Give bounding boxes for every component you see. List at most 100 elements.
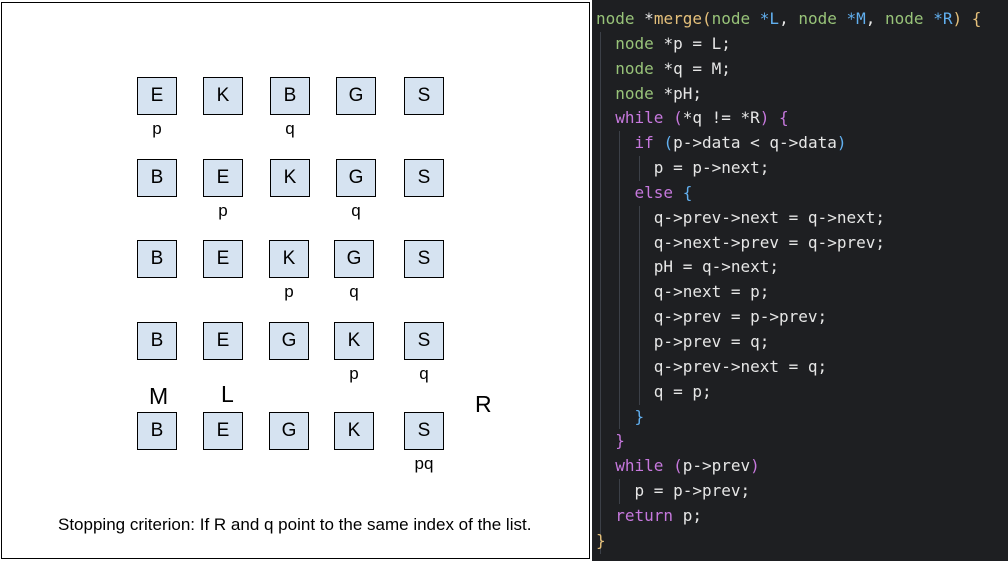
code-token: p->data < q->data [673,133,837,153]
code-token: *L [759,9,780,28]
code-line: q->prev->next = q->next; [596,206,981,231]
pointer-label: p [218,201,228,220]
code-token: ) { [952,9,982,28]
pointer-label: q [349,282,359,301]
node-box: G [269,322,309,360]
node-box: B [137,240,177,278]
pointer-label: q [419,364,429,383]
node-box: B [137,322,177,360]
code-token: node [885,9,934,28]
node-box: K [269,240,309,278]
pointer-label: p [284,282,294,301]
code-line: } [596,529,981,554]
code-line: node *q = M; [596,57,981,82]
code-line: p = p->next; [596,156,981,181]
label-l: L [221,381,234,407]
node-box: B [137,159,177,197]
code-token: node [596,9,645,28]
stopping-criterion-caption: Stopping criterion: If R and q point to … [58,515,532,534]
node-box: S [404,322,444,360]
node-box: S [404,77,444,115]
code-token: p->prev = q; [653,331,770,351]
node-box: G [336,159,376,197]
code-token: *p = L; [663,33,731,53]
code-token: ( [701,9,712,28]
code-token: ) [750,456,760,476]
code-token: ( [673,456,683,476]
code-token: , [779,9,799,28]
node-box: K [203,77,243,115]
code-token: q->prev->next = q; [653,356,828,376]
code-token: { [682,182,693,202]
code-line: else { [596,181,981,206]
code-line: q->prev->next = q; [596,355,981,380]
node-box: B [137,412,177,450]
code-token: if [634,133,664,153]
code-token: } [634,406,645,426]
node-box: E [203,412,243,450]
code-token: p; [682,505,702,525]
code-token: , [865,9,886,28]
code-token: *pH; [663,83,702,103]
node-box: B [270,77,310,115]
code-line: node *pH; [596,82,981,107]
code-token: { [769,108,789,128]
node-box: E [137,77,177,115]
pointer-label: p [152,119,162,138]
code-token: } [615,431,625,451]
pointer-label: q [285,119,295,138]
code-line: node *p = L; [596,32,981,57]
code-token: q->next = p; [653,282,770,302]
code-token: q->next->prev = q->prev; [653,232,885,252]
code-token: while [615,456,674,476]
code-line: } [596,429,981,454]
diagram-panel: E K B G Sp q B E K G Sp q B E K G Sp q B E G K Sp q B E G K Spq M L … [1,2,590,559]
code-token: p = p->prev; [634,481,751,501]
code-token: node [615,58,664,78]
code-token: ) [759,108,770,128]
node-box: G [334,240,374,278]
node-box: G [269,412,309,450]
label-r: R [475,391,492,417]
code-token: ( [673,108,683,128]
code-token: *M [846,9,866,28]
code-token: *q = M; [663,58,731,78]
code-token: *q != *R [682,108,760,128]
code-line: } [596,405,981,430]
code-line: q = p; [596,380,981,405]
pointer-label: p [349,364,359,383]
code-token: ) [836,133,847,153]
code-line: p = p->prev; [596,479,981,504]
code-token: ( [663,133,674,153]
code-token: q = p; [653,381,712,401]
code-token: pH = q->next; [653,257,780,277]
code-line: p->prev = q; [596,330,981,355]
code-token: * [644,9,654,28]
code-line: q->prev = p->prev; [596,305,981,330]
code-token: else [634,182,683,202]
node-box: K [334,322,374,360]
code-line: if (p->data < q->data) [596,131,981,156]
code-line: return p; [596,504,981,529]
node-box: G [336,77,376,115]
code-token: q->prev = p->prev; [653,307,828,327]
code-line: while (p->prev) [596,454,981,479]
code-token: node [711,9,760,28]
code-line: q->next = p; [596,280,981,305]
pointer-label: pq [414,454,434,473]
node-box: K [334,412,374,450]
code-panel: node *merge(node *L, node *M, node *R) {… [592,0,1008,561]
code-line: while (*q != *R) { [596,106,981,131]
code-token: *R [933,9,953,28]
node-box: E [203,159,243,197]
node-box: S [404,412,444,450]
code-line: pH = q->next; [596,255,981,280]
code-token: merge [653,9,702,28]
code-token: while [615,108,674,128]
code-token: p = p->next; [653,158,770,178]
code-token: q->prev->next = q->next; [653,207,885,227]
node-box: S [404,159,444,197]
node-box: K [270,159,310,197]
node-box: E [203,240,243,278]
code-token: node [615,83,664,103]
